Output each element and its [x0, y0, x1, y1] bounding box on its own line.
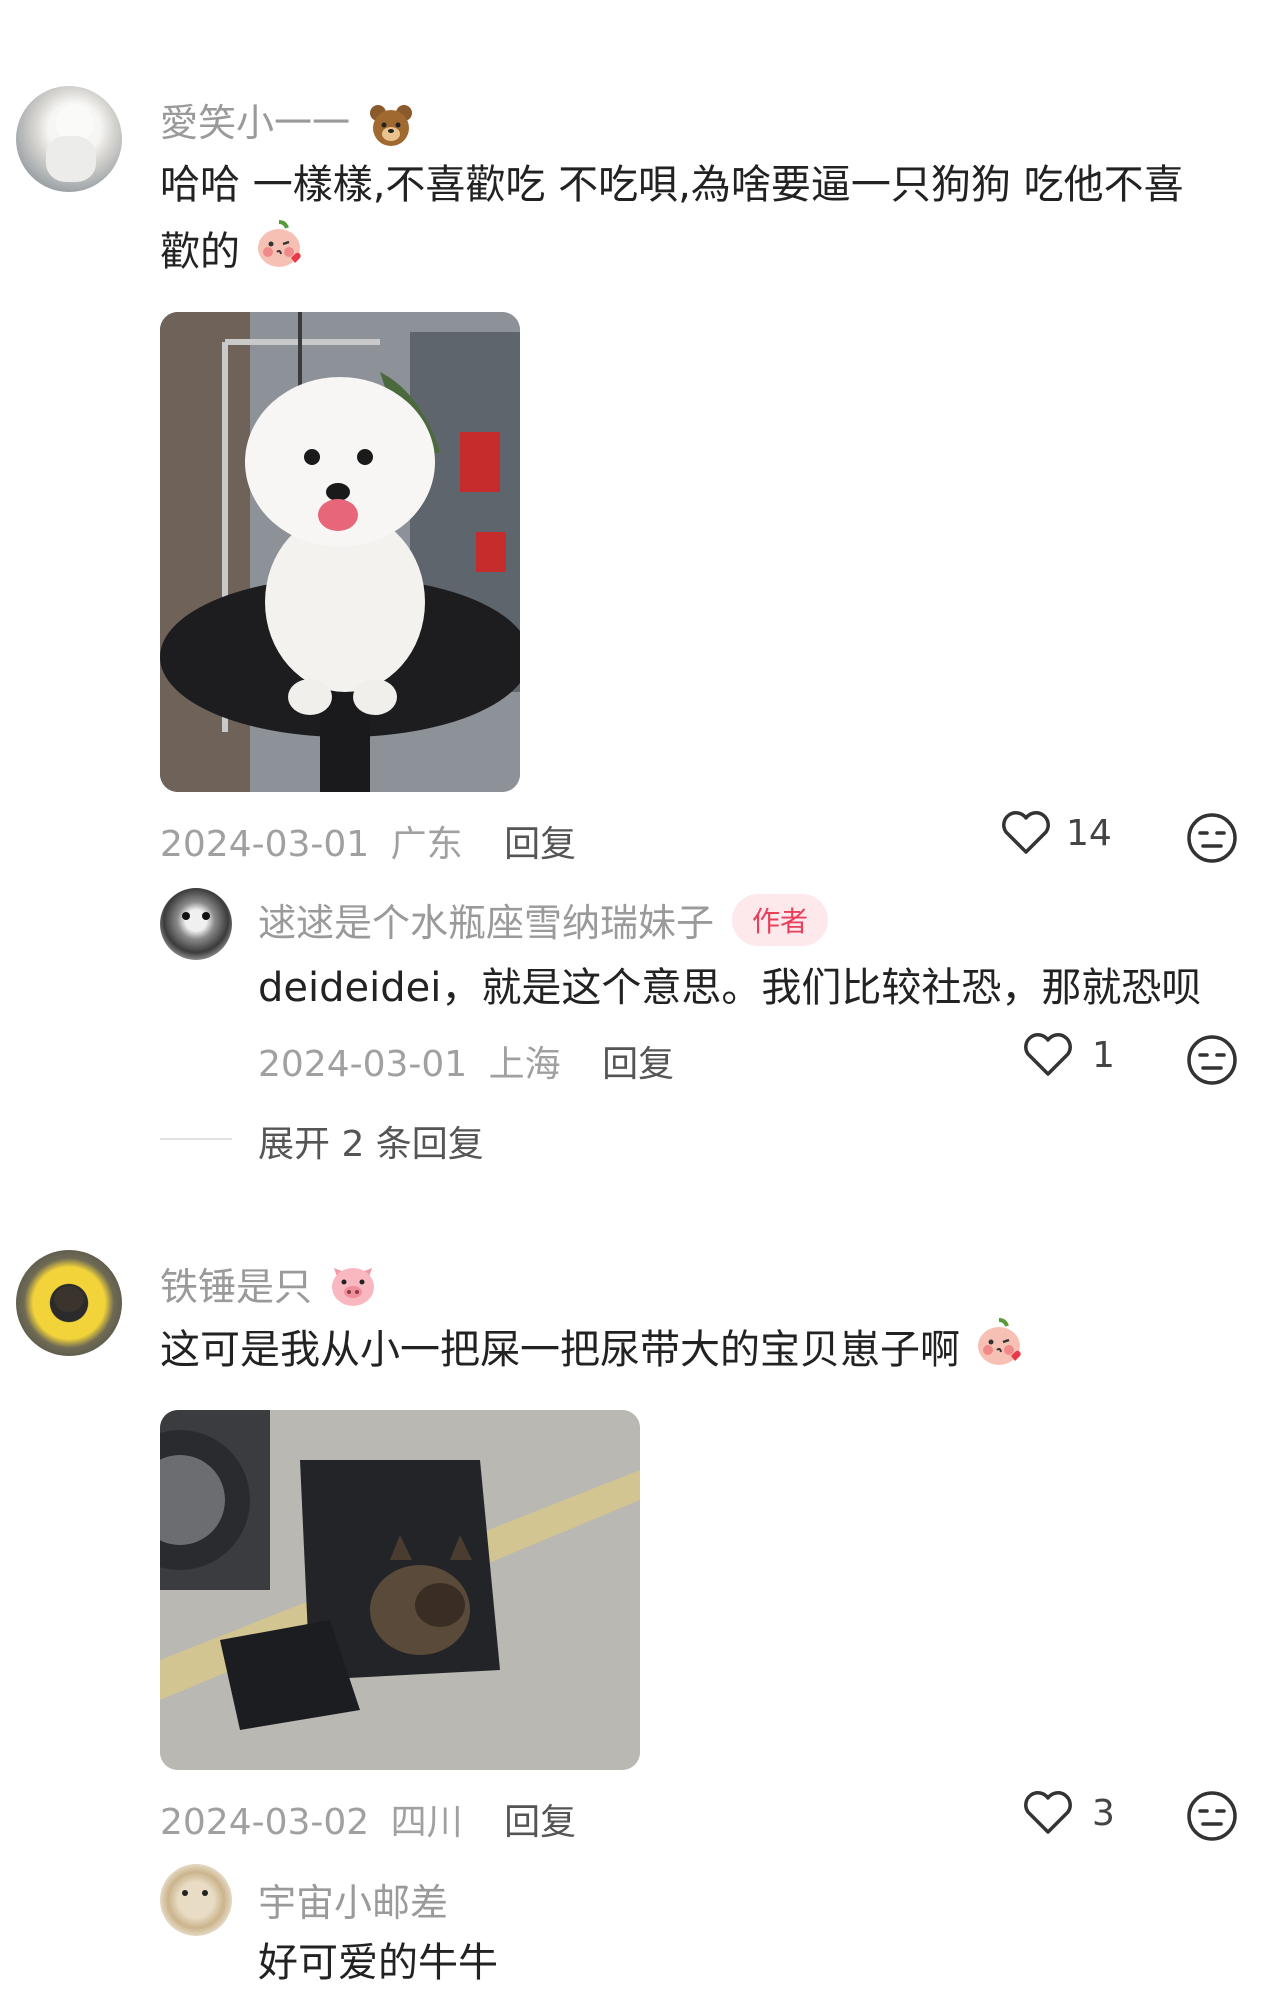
like-button[interactable]: 3 [1022, 1790, 1115, 1836]
meh-face-icon [1187, 813, 1237, 863]
like-button[interactable]: 14 [1000, 810, 1112, 856]
reply-text: 好可爱的牛牛 [258, 1940, 498, 1986]
author-badge: 作者 [732, 893, 829, 946]
dog-photo-image [160, 312, 520, 792]
comment-text: 这可是我从小一把屎一把尿带大的宝贝崽子啊 [160, 1316, 1025, 1388]
dislike-button[interactable] [1186, 812, 1238, 868]
username[interactable]: 铁锤是只 [160, 1256, 378, 1317]
comment-text-line: 哈哈 一樣樣,不喜歡吃 不吃唄,為啥要逼一只狗狗 吃他不喜 [160, 162, 1184, 208]
like-count: 14 [1066, 812, 1112, 854]
kiss-peach-emoji-icon [253, 218, 305, 290]
comment-date: 2024-03-02 [160, 1802, 370, 1843]
comment-meta: 2024-03-02 四川 回复 [160, 1793, 576, 1845]
comment-photo[interactable] [160, 312, 520, 792]
reply-meta: 2024-03-01 上海 回复 [258, 1035, 674, 1087]
avatar[interactable] [16, 86, 122, 192]
reply-location: 上海 [488, 1044, 561, 1085]
reply-button[interactable]: 回复 [504, 1802, 576, 1843]
bear-emoji-icon [368, 103, 414, 149]
comment-location: 广东 [390, 824, 463, 865]
reply-dislike-button[interactable] [1186, 1034, 1238, 1090]
comment-date: 2024-03-01 [160, 824, 370, 865]
comment-location: 四川 [390, 1802, 463, 1843]
reply-like-count: 1 [1092, 1034, 1115, 1076]
reply-button[interactable]: 回复 [602, 1044, 674, 1085]
comment-text-line: 这可是我从小一把屎一把尿带大的宝贝崽子啊 [160, 1327, 960, 1373]
dog-carrier-photo-image [160, 1410, 640, 1770]
username-text[interactable]: 铁锤是只 [160, 1265, 312, 1309]
reply-avatar[interactable] [160, 1864, 232, 1936]
reply-username[interactable]: 逑逑是个水瓶座雪纳瑞妹子 [258, 892, 714, 947]
comment-meta: 2024-03-01 广东 回复 [160, 815, 576, 867]
comment-text: 哈哈 一樣樣,不喜歡吃 不吃唄,為啥要逼一只狗狗 吃他不喜 歡的 [160, 152, 1240, 290]
pig-emoji-icon [328, 1262, 378, 1317]
meh-face-icon [1187, 1791, 1237, 1841]
username-text[interactable]: 愛笑小一一 [160, 101, 350, 145]
like-count: 3 [1092, 1792, 1115, 1834]
heart-icon [1024, 1033, 1072, 1076]
meh-face-icon [1187, 1035, 1237, 1085]
reply-text: deideidei，就是这个意思。我们比较社恐，那就恐呗 [258, 965, 1202, 1011]
expand-divider [160, 1138, 232, 1140]
reply-header: 逑逑是个水瓶座雪纳瑞妹子 作者 [258, 892, 829, 947]
reply-date: 2024-03-01 [258, 1044, 468, 1085]
expand-replies-button[interactable]: 展开 2 条回复 [258, 1115, 484, 1167]
comment-text-line: 歡的 [160, 218, 1240, 290]
reply-button[interactable]: 回复 [504, 824, 576, 865]
username[interactable]: 愛笑小一一 [160, 92, 414, 149]
reply-like-button[interactable]: 1 [1022, 1032, 1115, 1078]
avatar[interactable] [16, 1250, 122, 1356]
reply-username[interactable]: 宇宙小邮差 [258, 1872, 448, 1927]
comment-photo[interactable] [160, 1410, 640, 1770]
dislike-button[interactable] [1186, 1790, 1238, 1846]
reply-avatar[interactable] [160, 888, 232, 960]
kiss-peach-emoji-icon [973, 1316, 1025, 1388]
heart-icon [1002, 811, 1050, 854]
heart-icon [1024, 1791, 1072, 1834]
